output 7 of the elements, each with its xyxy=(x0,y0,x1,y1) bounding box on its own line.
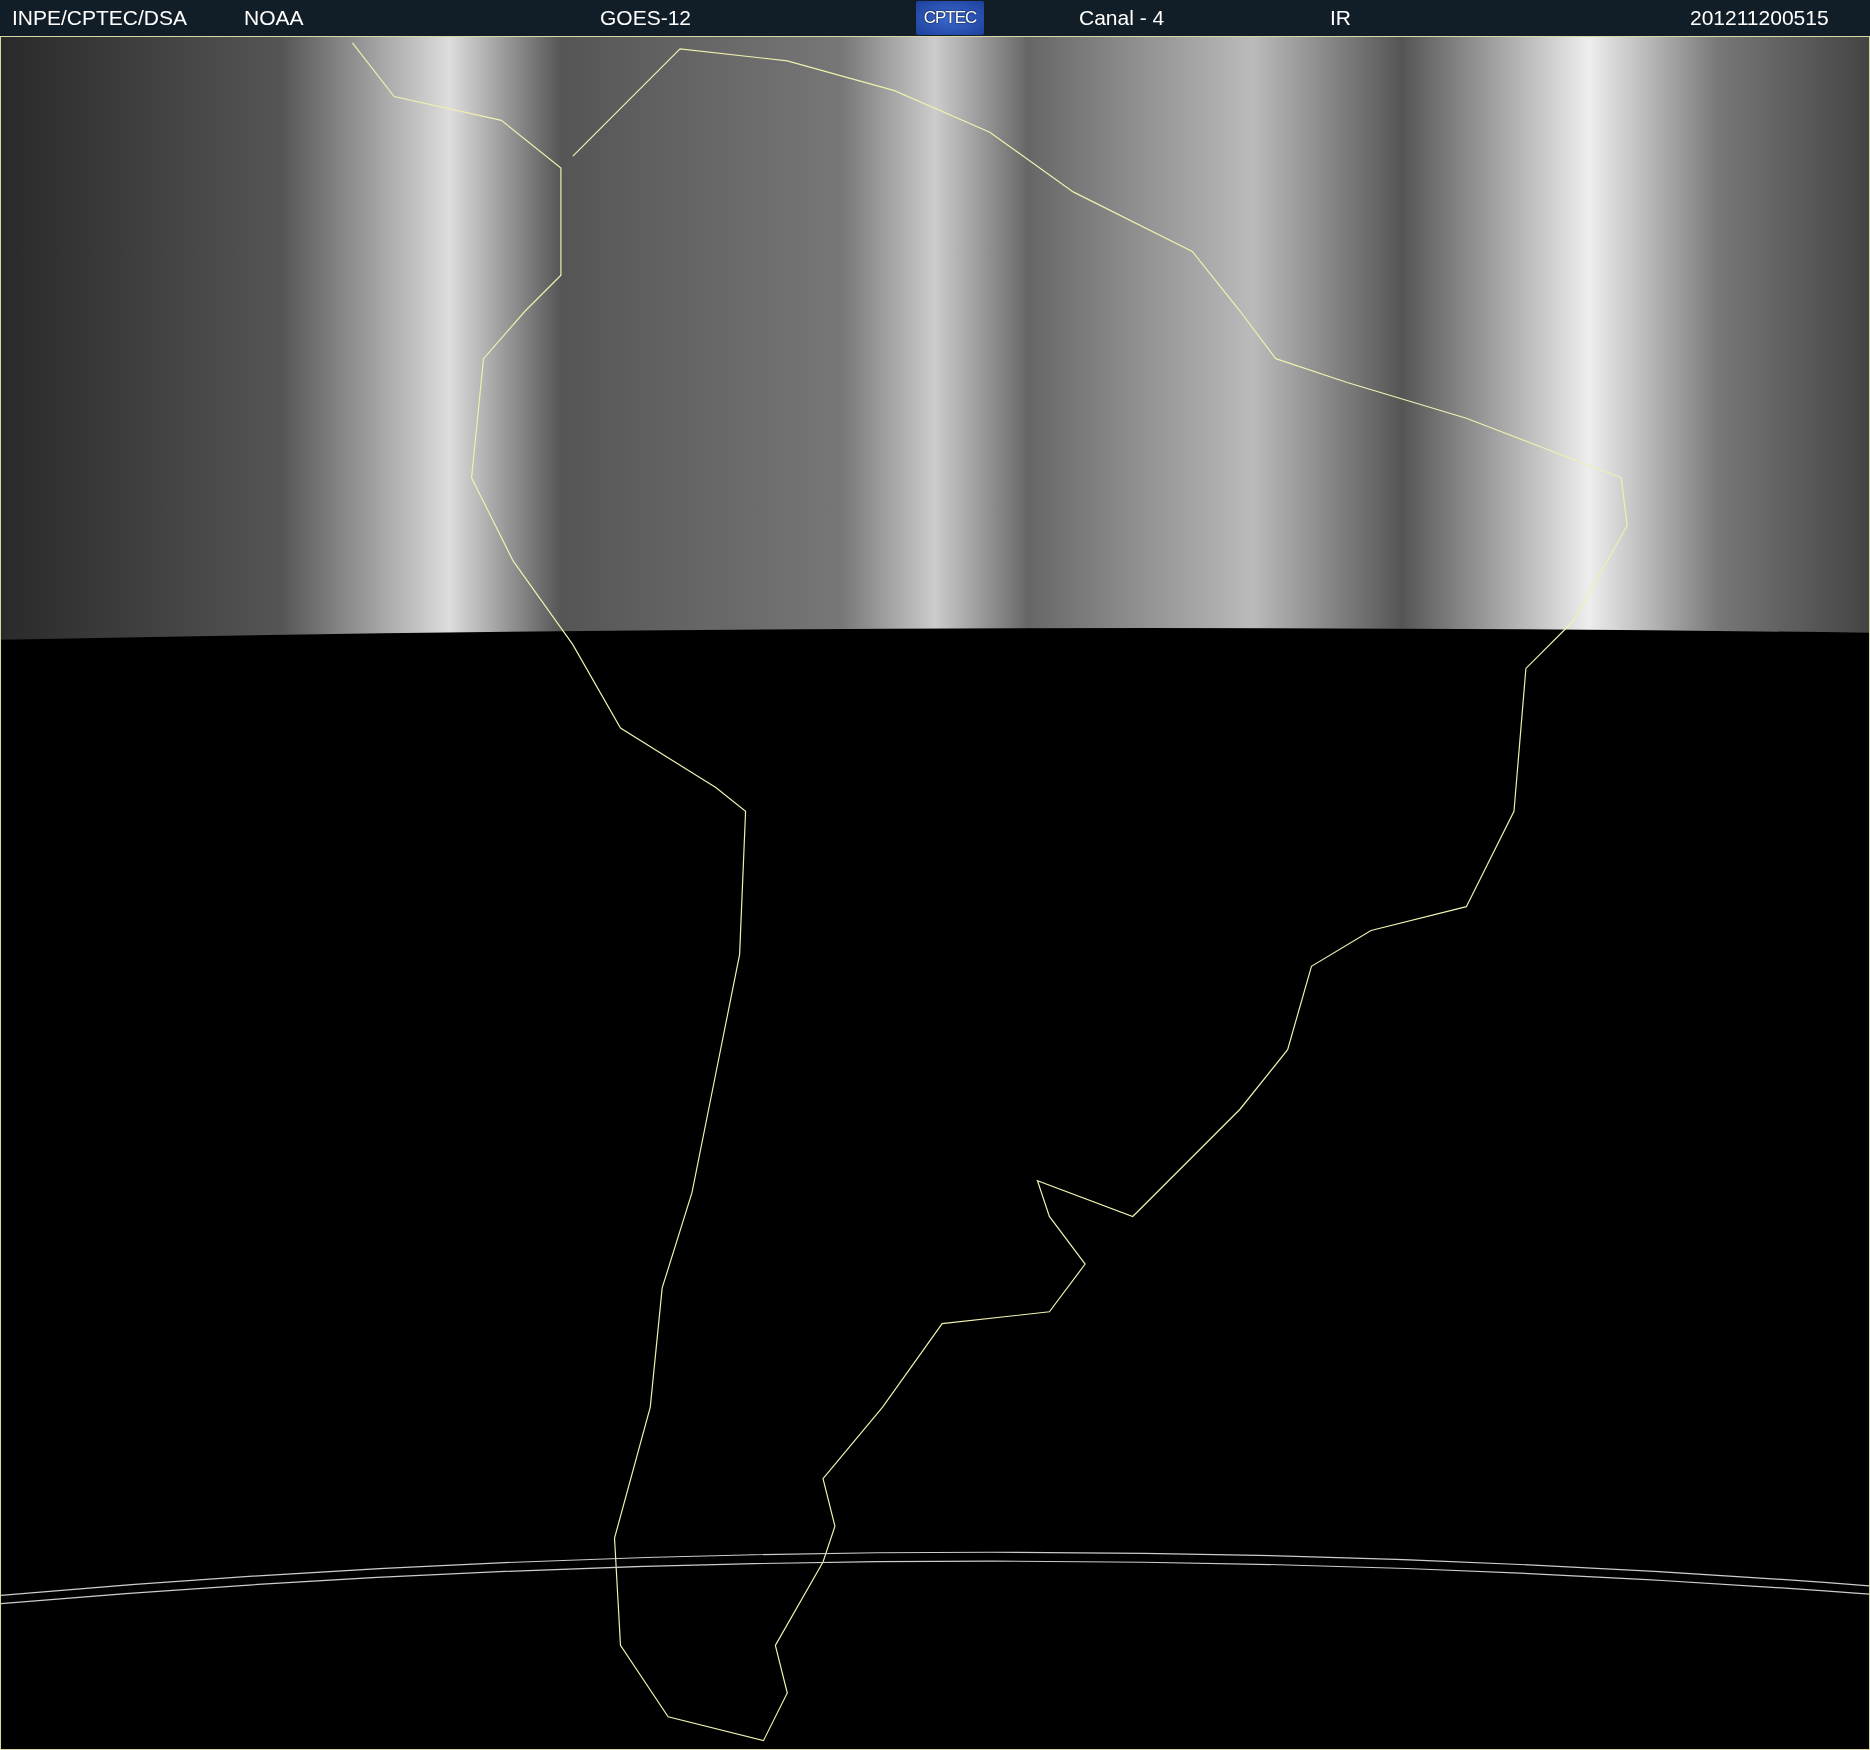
band-label: IR xyxy=(1330,6,1352,30)
channel-label: Canal - 4 xyxy=(1079,6,1166,30)
agency-label: NOAA xyxy=(244,6,305,30)
timestamp-label: 201211200515 xyxy=(1690,6,1830,30)
logo: CPTEC xyxy=(916,1,984,35)
satellite-label: GOES-12 xyxy=(600,6,693,30)
source-label: INPE/CPTEC/DSA xyxy=(12,6,189,30)
